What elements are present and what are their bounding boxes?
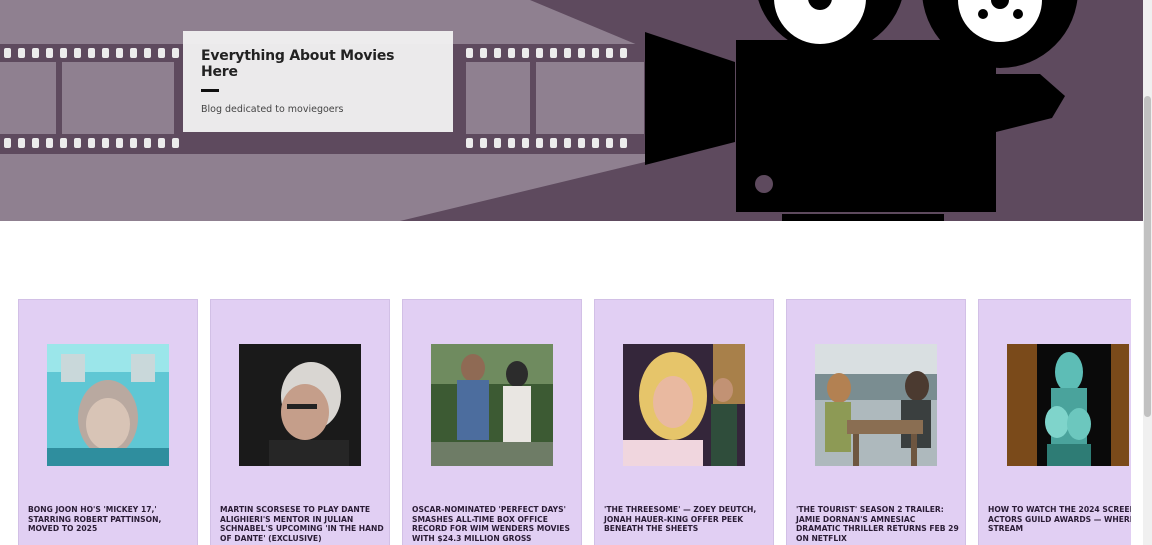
article-title[interactable]: BONG JOON HO'S 'MICKEY 17,' STARRING ROB… — [28, 505, 193, 534]
article-title[interactable]: 'THE TOURIST' SEASON 2 TRAILER: JAMIE DO… — [796, 505, 961, 543]
article-thumbnail[interactable] — [815, 344, 937, 466]
hero-banner: Everything About Movies Here Blog dedica… — [0, 0, 1143, 221]
article-card[interactable]: MARTIN SCORSESE TO PLAY DANTE ALIGHIERI'… — [210, 299, 390, 545]
site-title[interactable]: Everything About Movies Here — [201, 48, 435, 80]
article-title[interactable]: MARTIN SCORSESE TO PLAY DANTE ALIGHIERI'… — [220, 505, 385, 543]
page-scrollbar[interactable] — [1143, 0, 1152, 545]
title-underline — [201, 89, 219, 92]
article-thumbnail[interactable] — [47, 344, 169, 466]
article-card[interactable]: 'THE THREESOME' — ZOEY DEUTCH, JONAH HAU… — [594, 299, 774, 545]
hero-card: Everything About Movies Here Blog dedica… — [183, 31, 453, 132]
article-card[interactable]: HOW TO WATCH THE 2024 SCREEN ACTORS GUIL… — [978, 299, 1131, 545]
article-thumbnail[interactable] — [431, 344, 553, 466]
film-projector-illustration — [0, 0, 1078, 221]
site-subtitle: Blog dedicated to moviegoers — [201, 104, 344, 115]
article-thumbnail[interactable] — [1007, 344, 1129, 466]
article-thumbnail[interactable] — [239, 344, 361, 466]
article-card[interactable]: 'THE TOURIST' SEASON 2 TRAILER: JAMIE DO… — [786, 299, 966, 545]
article-title[interactable]: HOW TO WATCH THE 2024 SCREEN ACTORS GUIL… — [988, 505, 1131, 534]
article-title[interactable]: OSCAR-NOMINATED 'PERFECT DAYS' SMASHES A… — [412, 505, 577, 543]
article-title[interactable]: 'THE THREESOME' — ZOEY DEUTCH, JONAH HAU… — [604, 505, 769, 534]
article-thumbnail[interactable] — [623, 344, 745, 466]
scrollbar-thumb[interactable] — [1144, 96, 1151, 417]
article-card[interactable]: BONG JOON HO'S 'MICKEY 17,' STARRING ROB… — [18, 299, 198, 545]
article-card[interactable]: OSCAR-NOMINATED 'PERFECT DAYS' SMASHES A… — [402, 299, 582, 545]
projector-lens-dot — [755, 175, 773, 193]
article-list: BONG JOON HO'S 'MICKEY 17,' STARRING ROB… — [18, 299, 1131, 545]
